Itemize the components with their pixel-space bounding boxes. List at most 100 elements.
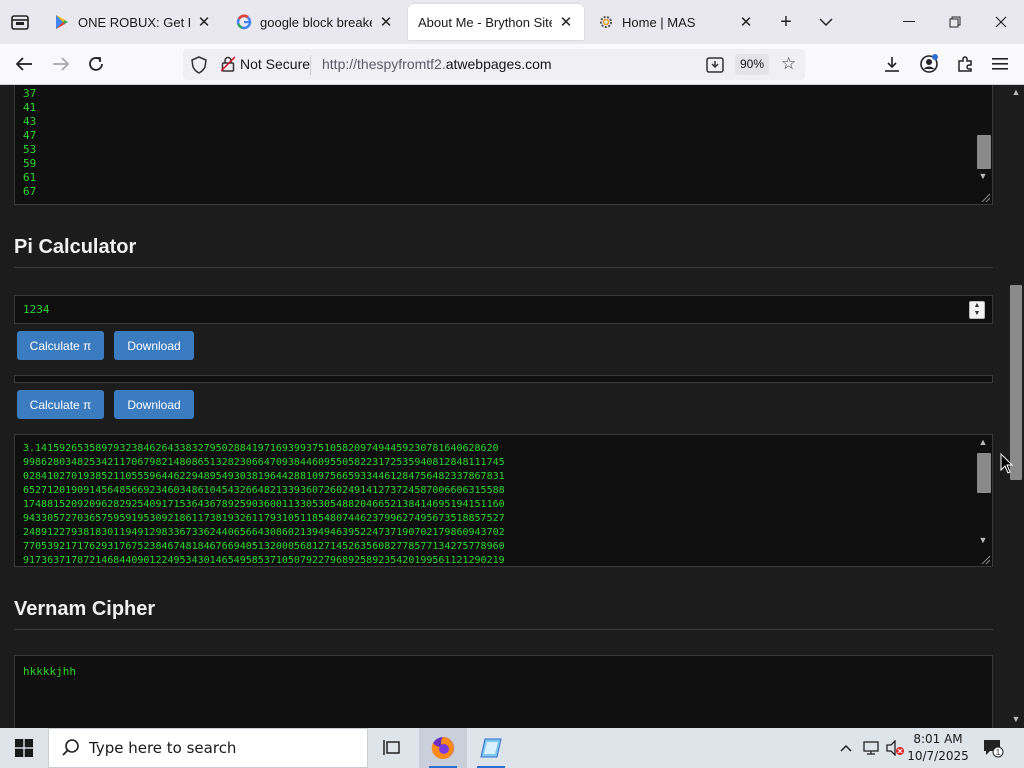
download-button[interactable]: Download: [114, 331, 194, 360]
network-icon[interactable]: [860, 728, 882, 768]
resize-handle-icon[interactable]: [980, 192, 990, 202]
zoom-level-badge[interactable]: 90%: [735, 54, 769, 75]
pi-collapsed-output[interactable]: [14, 375, 993, 383]
prime-line: 67: [23, 185, 37, 198]
firefox-view-icon[interactable]: [8, 10, 32, 34]
scrollbar-thumb[interactable]: [977, 453, 991, 493]
pi-digits-line: 9173637178721468440901224953430146549585…: [23, 555, 505, 564]
scroll-down-arrow-icon[interactable]: ▼: [978, 535, 988, 545]
number-spinner[interactable]: ▲ ▼: [969, 301, 985, 319]
firefox-icon: [431, 737, 454, 759]
tab-robux[interactable]: ONE ROBUX: Get Real R ✕: [44, 2, 222, 42]
prime-line: 61: [23, 171, 37, 184]
vernam-cipher-heading: Vernam Cipher: [14, 598, 156, 620]
taskbar-app-2[interactable]: [467, 728, 515, 768]
close-tab-icon[interactable]: ✕: [738, 13, 754, 31]
prime-line: 53: [23, 143, 37, 156]
pi-digits-line: 9433057270365759591953092186117381932611…: [23, 513, 505, 524]
pi-digits-value: 1234: [23, 303, 50, 316]
url-domain: atwebpages.com: [445, 56, 552, 72]
scroll-down-arrow-icon[interactable]: ▼: [978, 171, 988, 181]
scroll-down-arrow-icon[interactable]: ▼: [1011, 714, 1021, 724]
pi-digits-line: 9986280348253421170679821480865132823066…: [23, 457, 505, 468]
search-placeholder: Type here to search: [89, 739, 237, 757]
pi-digits-line: 6527120190914564856692346034861045432664…: [23, 485, 505, 496]
reload-icon[interactable]: [84, 52, 108, 76]
tab-title: Home | MAS: [622, 14, 696, 30]
account-icon[interactable]: [917, 52, 941, 76]
search-icon: [62, 739, 79, 756]
task-view-icon: [383, 740, 400, 755]
calculate-pi-button-2[interactable]: Calculate π: [17, 390, 104, 419]
page-scrollbar[interactable]: ▲ ▼: [1008, 85, 1024, 728]
pi-digits-line: 1748815209209628292540917153643678925903…: [23, 499, 505, 510]
resize-handle-icon[interactable]: [980, 554, 990, 564]
taskbar-search-box[interactable]: Type here to search: [48, 728, 368, 768]
section-divider: [14, 267, 993, 268]
close-tab-icon[interactable]: ✕: [378, 13, 394, 31]
scroll-up-arrow-icon[interactable]: ▲: [1011, 87, 1021, 97]
url-prefix: http://thespyfromtf2.: [322, 56, 446, 72]
calculate-pi-button[interactable]: Calculate π: [17, 331, 104, 360]
not-secure-label[interactable]: Not Secure: [240, 56, 310, 72]
scrollbar-thumb[interactable]: [1010, 285, 1022, 480]
download-button-2[interactable]: Download: [114, 390, 194, 419]
prime-line: 47: [23, 129, 37, 142]
lock-insecure-icon[interactable]: [221, 56, 235, 72]
scrollbar-thumb[interactable]: [977, 135, 991, 169]
prime-line: 37: [23, 87, 37, 100]
tab-about-me[interactable]: About Me - Brython Site ✕: [408, 4, 584, 40]
minimize-icon[interactable]: [886, 0, 932, 44]
tab-block-breaker[interactable]: google block breaker - ✕: [226, 2, 404, 42]
show-hidden-icons-chevron-icon[interactable]: [836, 728, 856, 768]
extensions-icon[interactable]: [953, 52, 977, 76]
page-content: 37 41 43 47 53 59 61 67 ▼ Pi Calculator 1234 ▲ ▼…: [0, 85, 1008, 728]
close-tab-icon[interactable]: ✕: [558, 13, 574, 31]
save-to-pocket-icon[interactable]: [705, 55, 725, 75]
textarea-scrollbar[interactable]: ▼: [976, 85, 991, 203]
clock-time: 8:01 AM: [913, 732, 963, 746]
downloads-icon[interactable]: [880, 52, 904, 76]
bookmark-star-icon[interactable]: ☆: [781, 55, 799, 73]
new-tab-icon[interactable]: +: [774, 10, 798, 34]
pi-digits-line: 7705392171762931767523846748184676694051…: [23, 541, 505, 552]
play-store-icon: [56, 15, 68, 29]
pi-digits-text: 3.14159265358979323846264338327950288419…: [23, 442, 963, 564]
close-window-icon[interactable]: [978, 0, 1024, 44]
mouse-cursor-icon: [1000, 453, 1014, 474]
task-view-button[interactable]: [368, 728, 416, 768]
system-clock[interactable]: 8:01 AM 10/7/2025: [906, 731, 970, 765]
pi-digits-input[interactable]: 1234 ▲ ▼: [14, 295, 993, 324]
url-text[interactable]: http://thespyfromtf2.atwebpages.com: [322, 56, 552, 72]
pi-digits-line: 3.14159265358979323846264338327950288419…: [23, 443, 499, 454]
menu-icon[interactable]: [988, 52, 1012, 76]
notifications-icon[interactable]: 1: [980, 728, 1006, 768]
prime-line: 43: [23, 115, 37, 128]
taskbar-firefox[interactable]: [419, 728, 467, 768]
google-icon: [236, 14, 252, 30]
gear-icon: [600, 16, 612, 28]
shield-icon[interactable]: [191, 56, 207, 74]
app-icon: [480, 738, 502, 758]
tab-bar: ONE ROBUX: Get Real R ✕ google block bre…: [0, 0, 1024, 44]
pi-output-textarea[interactable]: 3.14159265358979323846264338327950288419…: [14, 434, 993, 567]
tab-title: google block breaker -: [260, 14, 372, 30]
close-tab-icon[interactable]: ✕: [196, 13, 212, 31]
restore-icon[interactable]: [932, 0, 978, 44]
forward-icon[interactable]: [49, 52, 73, 76]
textarea-scrollbar[interactable]: ▲ ▼: [976, 435, 991, 566]
primes-output-textarea[interactable]: 37 41 43 47 53 59 61 67 ▼: [14, 85, 993, 205]
cipher-input-textarea[interactable]: hkkkkjhh: [14, 655, 993, 728]
notification-count: 1: [996, 748, 1001, 757]
address-bar[interactable]: Not Secure http://thespyfromtf2.atwebpag…: [183, 49, 805, 80]
cipher-input-value: hkkkkjhh: [23, 665, 76, 678]
chevron-down-icon[interactable]: [814, 10, 838, 34]
pi-digits-line: 0284102701938521105559644622948954930381…: [23, 471, 505, 482]
back-icon[interactable]: [12, 52, 36, 76]
scroll-up-arrow-icon[interactable]: ▲: [978, 437, 988, 447]
tab-home-mas[interactable]: Home | MAS ✕: [588, 2, 764, 42]
nav-bar: Not Secure http://thespyfromtf2.atwebpag…: [0, 44, 1024, 85]
start-button[interactable]: [0, 728, 48, 768]
section-divider: [14, 629, 993, 630]
volume-muted-icon[interactable]: [884, 728, 906, 768]
